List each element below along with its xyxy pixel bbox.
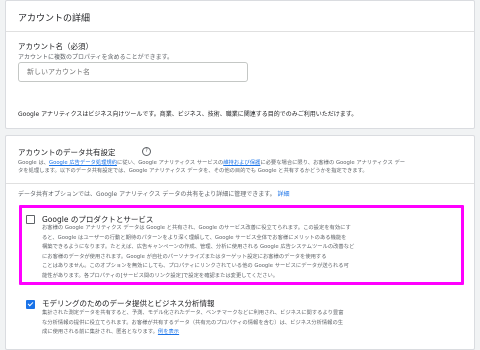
learn-more-link[interactable]: 詳細 — [278, 191, 290, 198]
account-name-input[interactable] — [18, 62, 248, 82]
divider — [6, 31, 474, 32]
modeling-contributions-description: 集計された測定データを共有すると、予測、モデル化されたデータ、ベンチマークなどに… — [42, 310, 344, 336]
google-products-description: お客様の Google アナリティクス データは Google と共有され、Go… — [42, 225, 355, 279]
data-processing-terms-link[interactable]: Google 広告データ処理規約 — [49, 160, 117, 166]
account-details-card: アカウントの詳細 アカウント名（必須） アカウントに複数のプロパティを含めること… — [5, 0, 475, 129]
data-sharing-card: アカウントのデータ共有設定 ? Google は、Google 広告データ処理規… — [5, 135, 475, 350]
modeling-contributions-title: モデリングのためのデータ提供とビジネス分析情報 — [42, 299, 215, 308]
account-name-label: アカウント名（必須） — [18, 42, 93, 51]
divider — [6, 183, 474, 184]
sharing-options-note: データ共有オプションでは、Google アナリティクス データの共有をより詳細に… — [18, 191, 290, 198]
data-sharing-intro-line1: Google は、Google 広告データ処理規約に従い、Google アナリテ… — [18, 160, 406, 166]
google-products-checkbox[interactable] — [26, 215, 35, 224]
show-example-link[interactable]: 例を表示 — [158, 329, 179, 335]
help-circle-icon[interactable]: ? — [142, 147, 151, 156]
account-name-hint: アカウントに複数のプロパティを含めることができます。 — [18, 54, 174, 61]
account-details-title: アカウントの詳細 — [18, 14, 91, 24]
modeling-contributions-checkbox[interactable] — [26, 300, 35, 309]
data-sharing-intro-line2: タを処理します。以下のデータ共有設定では、Google アナリティクス データを… — [18, 168, 368, 174]
data-sharing-title: アカウントのデータ共有設定 — [18, 148, 116, 157]
business-use-notice: Google アナリティクスはビジネス向けツールです。商業、ビジネス、技術、職業… — [18, 111, 358, 118]
maintain-protect-link[interactable]: 維持および保護 — [223, 160, 260, 166]
